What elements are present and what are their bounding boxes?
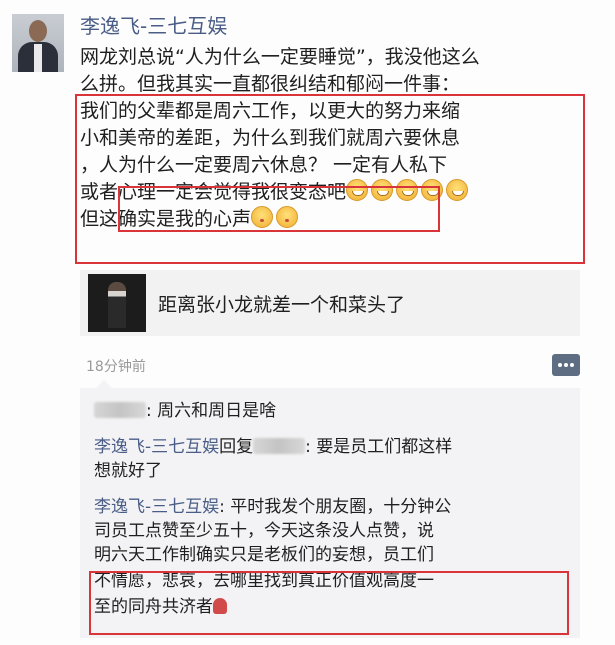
blurred-username [94, 402, 146, 418]
comment-text-continued: 至的同舟共济者 [94, 594, 227, 620]
comment-author[interactable]: 李逸飞-三七互娱 [94, 437, 219, 457]
moments-post-screenshot: 李逸飞-三七互娱 网龙刘总说“人为什么一定要睡觉”，我没他这么 么拼。但我其实一… [0, 0, 615, 645]
person-photo-icon [108, 282, 126, 328]
comment-item[interactable]: : 周六和周日是啥 [94, 398, 276, 424]
reply-word: 回复 [219, 437, 254, 457]
comment-text: : 要是员工们都这样 [305, 437, 453, 457]
comment-text: : 周六和周日是啥 [146, 401, 277, 421]
comments-section: : 周六和周日是啥 李逸飞-三七互娱回复: 要是员工们都这样 想就好了 李逸飞-… [80, 380, 580, 638]
post-text: 网龙刘总说“人为什么一定要睡觉”，我没他这么 么拼。但我其实一直都很纠结和郁闷一… [80, 44, 580, 233]
shared-link-card[interactable]: 距离张小龙就差一个和菜头了 [80, 270, 580, 336]
post-timestamp: 18分钟前 [86, 359, 146, 375]
link-thumbnail [88, 274, 146, 332]
post-author-name[interactable]: 李逸飞-三七互娱 [80, 10, 227, 39]
grinning-emoji-icon [446, 179, 469, 201]
author-avatar[interactable] [12, 14, 64, 72]
comment-item[interactable]: 李逸飞-三七互娱: 平时我发个朋友圈，十分钟公 [94, 494, 451, 520]
comment-text-continued: 想就好了 [94, 461, 162, 481]
kissing-emoji-icon [251, 206, 274, 228]
dot [564, 363, 568, 367]
comment-dots-icon[interactable] [552, 354, 580, 376]
post-line-text: 但这确实是我的心声 [80, 208, 252, 230]
post-line: 网龙刘总说“人为什么一定要睡觉”，我没他这么 [80, 46, 480, 68]
comment-text-continued: 不情愿，悲哀，去哪里找到真正价值观高度一 [94, 571, 434, 591]
emoji-icon [213, 598, 227, 614]
link-title: 距离张小龙就差一个和菜头了 [158, 294, 406, 316]
avatar-head [29, 20, 47, 42]
kissing-emoji-icon [276, 206, 299, 228]
post-line-with-emoji: 或者心理一定会觉得我很变态吧 [80, 179, 580, 206]
post-line: 我们的父辈都是周六工作，以更大的努力来缩 [80, 100, 461, 122]
grinning-emoji-icon [396, 179, 419, 201]
dot [570, 363, 574, 367]
comment-text-continued: 司员工点赞至少五十，今天这条没人点赞，说 [94, 521, 434, 541]
post-line: ，人为什么一定要周六休息？ 一定有人私下 [80, 154, 448, 176]
post-line: 小和美帝的差距，为什么到我们就周六要休息 [80, 127, 461, 149]
comment-author[interactable]: 李逸飞-三七互娱 [94, 497, 219, 517]
post-line-text: 或者心理一定会觉得我很变态吧 [80, 181, 347, 203]
post-line-with-emoji: 但这确实是我的心声 [80, 206, 580, 233]
grinning-emoji-icon [346, 179, 369, 201]
comment-text: 至的同舟共济者 [94, 597, 213, 617]
grinning-emoji-icon [421, 179, 444, 201]
post-line: 么拼。但我其实一直都很纠结和郁闷一件事： [80, 73, 461, 95]
avatar-shirt [34, 44, 42, 72]
blurred-username [253, 438, 306, 454]
comment-text-continued: 明六天工作制确实只是老板们的妄想，员工们 [94, 545, 434, 565]
comment-item[interactable]: 李逸飞-三七互娱回复 : 要是员工们都这样 [94, 434, 452, 460]
grinning-emoji-icon [371, 179, 394, 201]
dot [558, 363, 562, 367]
comment-text: : 平时我发个朋友圈，十分钟公 [219, 497, 452, 517]
